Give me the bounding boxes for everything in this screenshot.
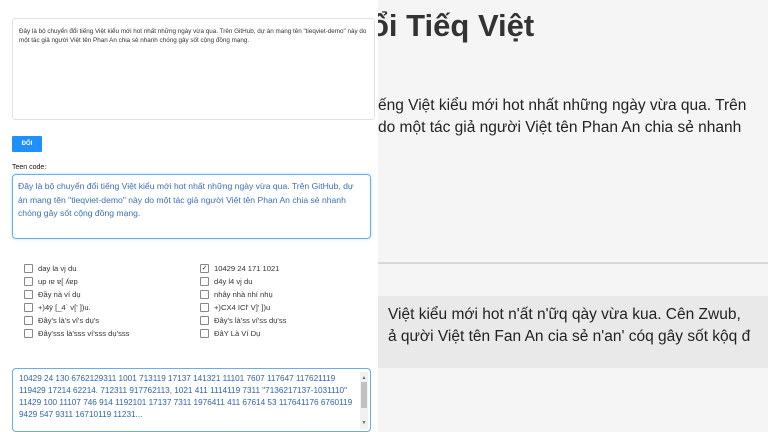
paragraph-line: ếng Việt kiểu mới hot nhất những ngày vừ… bbox=[378, 97, 747, 114]
checkbox[interactable] bbox=[24, 276, 33, 286]
teen-quote-text: Việt kiểu mới hot n'ất n'ữq qày vừa kua.… bbox=[388, 304, 750, 348]
option-row[interactable]: Đầy nà ví dụ bbox=[24, 289, 81, 300]
checkbox[interactable] bbox=[200, 328, 209, 338]
option-row[interactable]: +)4ÿ [_4` v[' ])u. bbox=[24, 302, 91, 313]
article-paragraph: ếng Việt kiểu mới hot nhất những ngày vừ… bbox=[378, 95, 746, 139]
option-label: nhây nhà nhí nhụ bbox=[214, 290, 273, 299]
paragraph-line: do một tác giả người Việt tên Phan An ch… bbox=[378, 119, 742, 136]
option-label: +)4ÿ [_4` v[' ])u. bbox=[38, 303, 91, 312]
option-label: up ıɐ ɐ[ ʎɐp bbox=[38, 277, 78, 286]
checkbox[interactable] bbox=[200, 289, 209, 299]
article-zoom-panel: ổi Tiếq Việt ếng Việt kiểu mới hot nhất … bbox=[378, 0, 768, 432]
option-row[interactable]: +)CX4 ICl' V]' ])u bbox=[200, 302, 271, 313]
quote-line: Việt kiểu mới hot n'ất n'ữq qày vừa kua.… bbox=[388, 306, 741, 323]
scrollbar[interactable]: ▲ ▼ bbox=[360, 372, 368, 429]
checkbox[interactable] bbox=[24, 263, 33, 273]
scroll-thumb[interactable] bbox=[361, 382, 367, 408]
checkbox[interactable] bbox=[24, 315, 33, 325]
page-title: ổi Tiếq Việt bbox=[378, 8, 535, 43]
option-label: Đây's là'ss ví'ss dụ'ss bbox=[214, 316, 287, 325]
option-label: Đây'sss là'sss ví'sss dụ'sss bbox=[38, 329, 130, 338]
option-label: d4y l4 vj du bbox=[214, 277, 253, 286]
option-row[interactable]: day la vj du bbox=[24, 263, 77, 274]
input-textarea[interactable]: Đây là bộ chuyển đổi tiếng Việt kiểu mới… bbox=[12, 18, 375, 120]
option-label: Đầy nà ví dụ bbox=[38, 290, 81, 299]
checkbox[interactable] bbox=[200, 276, 209, 286]
option-label: 10429 24 171 1021 bbox=[214, 264, 280, 273]
divider bbox=[378, 262, 768, 264]
numeric-output-text: 10429 24 130 6762129311 1001 713119 1713… bbox=[19, 374, 353, 419]
teen-output-textarea[interactable]: Đây là bộ chuyển đổi tiếng Việt kiểu mới… bbox=[12, 174, 371, 239]
option-label: Đây's là's ví's dụ's bbox=[38, 316, 100, 325]
converter-panel: Đây là bộ chuyển đổi tiếng Việt kiểu mới… bbox=[0, 0, 378, 432]
option-row[interactable]: ✓ 10429 24 171 1021 bbox=[200, 263, 280, 274]
option-row[interactable]: ĐâY Là Ví Dụ bbox=[200, 328, 261, 339]
option-label: day la vj du bbox=[38, 264, 77, 273]
option-row[interactable]: Đây'sss là'sss ví'sss dụ'sss bbox=[24, 328, 130, 339]
option-row[interactable]: Đây's là's ví's dụ's bbox=[24, 315, 100, 326]
teen-code-label: Teen code: bbox=[12, 164, 47, 171]
option-label: +)CX4 ICl' V]' ])u bbox=[214, 303, 271, 312]
convert-button[interactable]: ĐỔI bbox=[12, 136, 42, 152]
checkbox[interactable] bbox=[200, 302, 209, 312]
option-row[interactable]: d4y l4 vj du bbox=[200, 276, 253, 287]
checkbox[interactable] bbox=[24, 302, 33, 312]
option-row[interactable]: nhây nhà nhí nhụ bbox=[200, 289, 273, 300]
numeric-output-textarea[interactable]: 10429 24 130 6762129311 1001 713119 1713… bbox=[12, 368, 371, 432]
checkbox-checked[interactable]: ✓ bbox=[200, 263, 209, 273]
checkbox[interactable] bbox=[24, 328, 33, 338]
option-row[interactable]: up ıɐ ɐ[ ʎɐp bbox=[24, 276, 78, 287]
scroll-down-icon[interactable]: ▼ bbox=[360, 417, 368, 429]
quote-line: ả qười Việt tên Fan An cia sẻ n'an' cóq … bbox=[388, 328, 751, 345]
option-label: ĐâY Là Ví Dụ bbox=[214, 329, 261, 338]
option-row[interactable]: Đây's là'ss ví'ss dụ'ss bbox=[200, 315, 287, 326]
checkbox[interactable] bbox=[24, 289, 33, 299]
checkbox[interactable] bbox=[200, 315, 209, 325]
